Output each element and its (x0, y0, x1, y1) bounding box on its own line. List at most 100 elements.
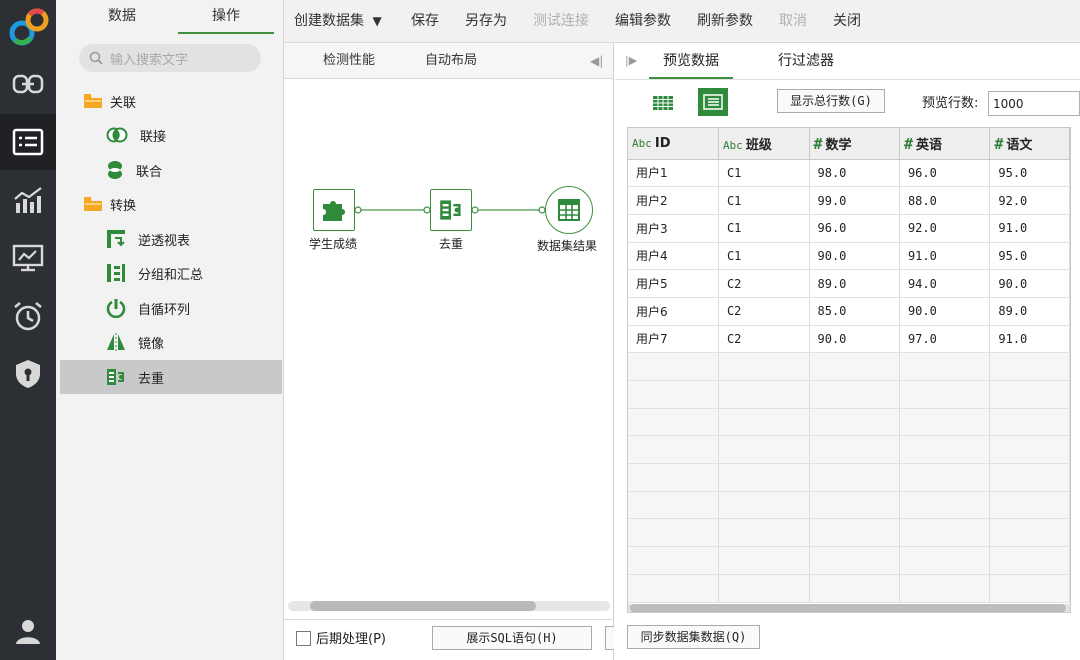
table-cell[interactable]: C2 (718, 325, 810, 354)
table-cell[interactable]: C1 (718, 214, 810, 243)
edit-params-button[interactable]: 编辑参数 (615, 0, 671, 43)
tab-operations[interactable]: 操作 (178, 0, 274, 34)
table-cell[interactable]: 用户2 (628, 186, 719, 215)
table-cell[interactable]: C2 (718, 269, 810, 298)
overflow-button-edge[interactable] (605, 626, 614, 650)
group-transform[interactable]: 转换 (84, 192, 136, 216)
save-as-button[interactable]: 另存为 (465, 0, 507, 43)
table-cell[interactable]: 用户6 (628, 297, 719, 326)
post-process-checkbox[interactable] (296, 631, 311, 646)
table-cell[interactable]: 92.0 (989, 186, 1070, 215)
node-student-scores[interactable] (313, 189, 355, 231)
table-cell[interactable]: 90.0 (809, 242, 900, 271)
refresh-params-button[interactable]: 刷新参数 (697, 0, 753, 43)
list-view-button[interactable] (698, 88, 728, 116)
preview-rows-input[interactable] (988, 91, 1080, 116)
table-cell[interactable]: 85.0 (809, 297, 900, 326)
auto-layout-button[interactable]: 自动布局 (425, 43, 477, 79)
column-header-id[interactable]: Abc ID (628, 128, 719, 160)
cancel-button[interactable]: 取消 (779, 0, 807, 43)
table-cell[interactable]: C1 (718, 242, 810, 271)
folder-icon (84, 94, 102, 108)
alarm-clock-icon[interactable] (0, 288, 56, 344)
save-button[interactable]: 保存 (411, 0, 439, 43)
table-cell[interactable]: 98.0 (809, 159, 900, 188)
node-dedupe[interactable] (430, 189, 472, 231)
dataset-list-icon[interactable] (0, 114, 56, 170)
dashboard-icon[interactable] (0, 230, 56, 286)
tab-data[interactable]: 数据 (74, 0, 170, 34)
sync-dataset-button[interactable]: 同步数据集数据(Q) (627, 625, 760, 649)
table-cell[interactable]: 88.0 (899, 186, 991, 215)
item-join[interactable]: 联接 (60, 118, 282, 152)
table-cell[interactable]: 89.0 (809, 269, 900, 298)
scrollbar-thumb[interactable] (630, 604, 1066, 612)
table-cell[interactable]: 92.0 (899, 214, 991, 243)
item-mirror[interactable]: 镜像 (60, 325, 282, 359)
table-cell[interactable]: 96.0 (809, 214, 900, 243)
chart-icon[interactable] (0, 172, 56, 228)
table-cell[interactable]: 90.0 (809, 325, 900, 354)
table-row[interactable]: 用户4 C1 90.0 91.0 95.0 (628, 242, 1070, 271)
item-unpivot[interactable]: 逆透视表 (60, 222, 282, 256)
table-row[interactable]: 用户7 C2 90.0 97.0 91.0 (628, 325, 1070, 354)
table-row[interactable]: 用户6 C2 85.0 90.0 89.0 (628, 297, 1070, 326)
table-cell[interactable]: 90.0 (989, 269, 1070, 298)
search-input[interactable]: 输入搜索文字 (79, 44, 261, 72)
user-avatar-icon[interactable] (0, 604, 56, 660)
table-cell[interactable]: C1 (718, 159, 810, 188)
expand-right-icon[interactable]: |▶ (625, 54, 637, 67)
table-row[interactable]: 用户2 C1 99.0 88.0 92.0 (628, 186, 1070, 215)
collapse-left-icon[interactable]: ◀| (590, 43, 603, 79)
table-row[interactable]: 用户5 C2 89.0 94.0 90.0 (628, 269, 1070, 298)
table-cell[interactable]: 用户7 (628, 325, 719, 354)
table-cell[interactable]: 用户3 (628, 214, 719, 243)
detect-performance-button[interactable]: 检测性能 (323, 43, 375, 79)
tab-row-filter[interactable]: 行过滤器 (778, 43, 834, 79)
table-cell[interactable]: 95.0 (989, 242, 1070, 271)
create-dataset-menu[interactable]: 创建数据集 ▼ (294, 0, 382, 43)
column-header-english[interactable]: # 英语 (899, 128, 991, 160)
item-self-loop-column[interactable]: 自循环列 (60, 291, 282, 325)
table-cell[interactable]: 90.0 (899, 297, 991, 326)
post-process-label[interactable]: 后期处理(P) (316, 620, 386, 660)
flow-canvas[interactable]: 学生成绩 去重 数据集结果 (284, 79, 614, 619)
table-row[interactable]: 用户3 C1 96.0 92.0 91.0 (628, 214, 1070, 243)
item-label: 镜像 (138, 336, 165, 352)
table-row[interactable]: 用户1 C1 98.0 96.0 95.0 (628, 159, 1070, 188)
table-cell[interactable]: 用户4 (628, 242, 719, 271)
node-dataset-result[interactable] (545, 186, 593, 234)
table-cell[interactable]: 用户1 (628, 159, 719, 188)
show-total-rows-button[interactable]: 显示总行数(G) (777, 89, 885, 113)
grid-view-button[interactable] (649, 90, 677, 116)
item-group-summary[interactable]: 分组和汇总 (60, 256, 282, 290)
tab-preview-data[interactable]: 预览数据 (649, 43, 733, 79)
test-connection-button[interactable]: 测试连接 (533, 0, 589, 43)
item-union[interactable]: 联合 (60, 153, 282, 187)
table-cell[interactable]: C1 (718, 186, 810, 215)
table-cell[interactable]: 89.0 (989, 297, 1070, 326)
table-cell[interactable]: 91.0 (989, 214, 1070, 243)
table-horizontal-scrollbar[interactable] (628, 604, 1070, 612)
column-header-chinese[interactable]: # 语文 (989, 128, 1070, 160)
table-cell[interactable]: C2 (718, 297, 810, 326)
table-cell[interactable]: 96.0 (899, 159, 991, 188)
column-header-class[interactable]: Abc 班级 (718, 128, 810, 160)
group-join[interactable]: 关联 (84, 89, 136, 113)
table-cell[interactable]: 94.0 (899, 269, 991, 298)
close-button[interactable]: 关闭 (833, 0, 861, 43)
table-cell[interactable]: 95.0 (989, 159, 1070, 188)
preview-data-table[interactable]: Abc ID Abc 班级 # 数学 # 英语 # 语文 用户1 C1 98.0 96.0 95.… (627, 127, 1071, 613)
table-cell[interactable]: 97.0 (899, 325, 991, 354)
column-header-math[interactable]: # 数学 (809, 128, 900, 160)
table-cell[interactable]: 91.0 (989, 325, 1070, 354)
scrollbar-thumb[interactable] (310, 601, 536, 611)
show-sql-button[interactable]: 展示SQL语句(H) (432, 626, 592, 650)
table-cell[interactable]: 99.0 (809, 186, 900, 215)
table-cell[interactable]: 用户5 (628, 269, 719, 298)
shield-icon[interactable] (0, 346, 56, 402)
item-dedupe[interactable]: 去重 (60, 360, 282, 394)
table-cell[interactable]: 91.0 (899, 242, 991, 271)
link-icon[interactable] (0, 56, 56, 112)
canvas-horizontal-scrollbar[interactable] (288, 601, 610, 611)
